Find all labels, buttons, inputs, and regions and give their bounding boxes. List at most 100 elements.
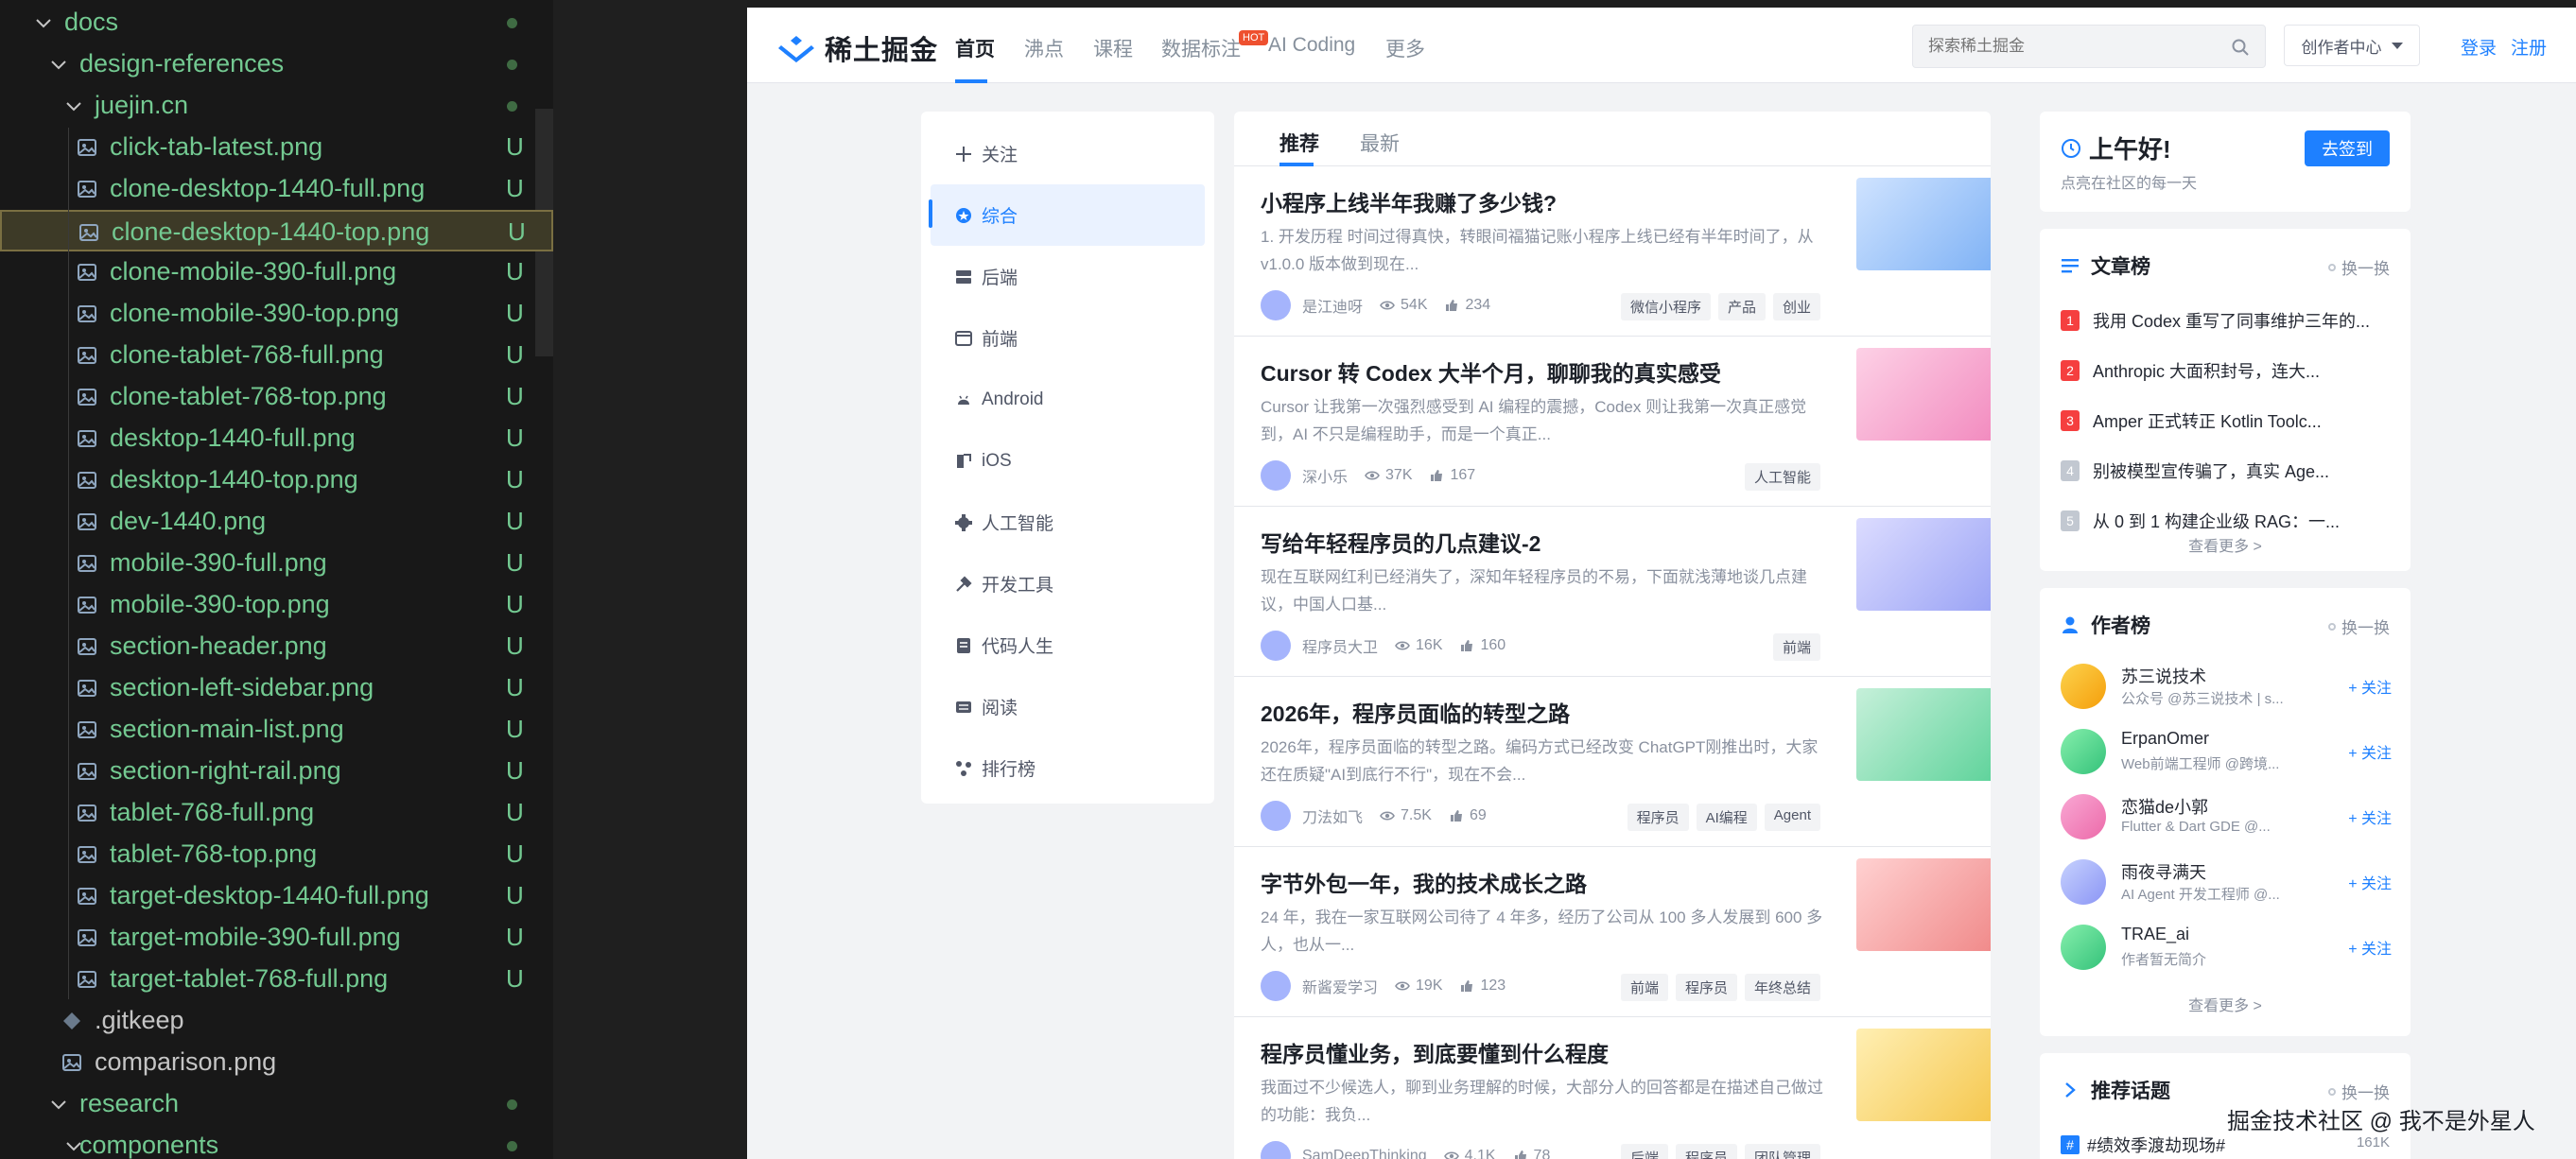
article-tag[interactable]: 人工智能 xyxy=(1744,463,1820,491)
chevron-down-icon[interactable] xyxy=(32,11,55,34)
tab-latest[interactable]: 最新 xyxy=(1360,129,1400,157)
explorer-row[interactable]: tablet-768-full.png U xyxy=(0,792,553,834)
explorer-row[interactable]: clone-tablet-768-full.png U xyxy=(0,335,553,376)
explorer-row[interactable]: clone-desktop-1440-top.png U xyxy=(0,210,553,251)
search-icon[interactable] xyxy=(2231,38,2250,57)
article-rank-item[interactable]: 1 我用 Codex 重写了同事维护三年的... xyxy=(2061,306,2370,335)
explorer-row[interactable]: target-desktop-1440-full.png U xyxy=(0,875,553,917)
explorer-row[interactable]: target-tablet-768-full.png U xyxy=(0,959,553,1000)
explorer-row[interactable]: clone-desktop-1440-full.png U xyxy=(0,168,553,210)
follow-button[interactable]: + 关注 xyxy=(2348,675,2392,698)
creator-center-button[interactable]: 创作者中心 xyxy=(2284,25,2420,66)
nav-ai-coding[interactable]: AI Coding xyxy=(1268,34,1355,57)
juejin-logo[interactable]: 稀土掘金 xyxy=(777,28,938,68)
article-tag[interactable]: 创业 xyxy=(1772,293,1820,320)
article-thumbnail[interactable] xyxy=(1856,518,1991,611)
article-author[interactable]: 新酱爱学习 xyxy=(1302,975,1378,997)
article-tag[interactable]: 前端 xyxy=(1620,974,1668,1001)
login-link[interactable]: 登录 xyxy=(2461,34,2497,60)
article-item[interactable]: 小程序上线半年我赚了多少钱? 1. 开发历程 时间过得真快，转眼间福猫记账小程序上… xyxy=(1234,166,1991,337)
category-reading[interactable]: 阅读 xyxy=(921,676,1214,737)
article-item[interactable]: Cursor 转 Codex 大半个月，聊聊我的真实感受 Cursor 让我第一次… xyxy=(1234,337,1991,507)
explorer-row[interactable]: section-main-list.png U xyxy=(0,709,553,751)
category-android[interactable]: Android xyxy=(921,369,1214,430)
explorer-row[interactable]: click-tab-latest.png U xyxy=(0,127,553,168)
avatar[interactable] xyxy=(2061,925,2106,970)
nav-home[interactable]: 首页 xyxy=(955,34,995,62)
chevron-down-icon[interactable] xyxy=(47,53,70,76)
explorer-row[interactable]: clone-mobile-390-full.png U xyxy=(0,251,553,293)
author-rank-item[interactable]: ErpanOmer Web前端工程师 @跨境... + 关注 xyxy=(2061,727,2392,776)
follow-button[interactable]: + 关注 xyxy=(2348,936,2392,959)
avatar[interactable] xyxy=(1261,460,1291,491)
topic-item[interactable]: # #绩效季渡劫现场# xyxy=(2061,1133,2225,1157)
article-item[interactable]: 字节外包一年，我的技术成长之路 24 年，我在一家互联网公司待了 4 年多，经历了… xyxy=(1234,847,1991,1017)
article-rank-more[interactable]: 查看更多 > xyxy=(2040,533,2411,556)
avatar[interactable] xyxy=(2061,729,2106,774)
explorer-row[interactable]: docs xyxy=(0,2,553,43)
article-title[interactable]: 2026年，程序员面临的转型之路 xyxy=(1261,696,1570,728)
chevron-down-icon[interactable] xyxy=(47,1093,70,1116)
article-thumbnail[interactable] xyxy=(1856,348,1991,441)
article-tag[interactable]: 前端 xyxy=(1772,633,1820,661)
avatar[interactable] xyxy=(1261,971,1291,1001)
explorer-row[interactable]: clone-mobile-390-top.png U xyxy=(0,293,553,335)
article-thumbnail[interactable] xyxy=(1856,178,1991,270)
article-item[interactable]: 写给年轻程序员的几点建议-2 现在互联网红利已经消失了，深知年轻程序员的不易，下面… xyxy=(1234,507,1991,677)
article-tag[interactable]: 后端 xyxy=(1620,1144,1668,1159)
explorer-row[interactable]: desktop-1440-top.png U xyxy=(0,459,553,501)
explorer-row[interactable]: target-mobile-390-full.png U xyxy=(0,917,553,959)
register-link[interactable]: 注册 xyxy=(2511,34,2547,60)
article-tag[interactable]: 年终总结 xyxy=(1744,974,1820,1001)
article-rank-item[interactable]: 4 别被模型宣传骗了，真实 Age... xyxy=(2061,457,2329,485)
chevron-down-icon[interactable] xyxy=(62,95,85,117)
category-overall[interactable]: 综合 xyxy=(929,184,1205,246)
article-title[interactable]: Cursor 转 Codex 大半个月，聊聊我的真实感受 xyxy=(1261,355,1721,388)
avatar[interactable] xyxy=(2061,859,2106,905)
article-rank-item[interactable]: 5 从 0 到 1 构建企业级 RAG：一... xyxy=(2061,507,2340,535)
avatar[interactable] xyxy=(1261,1141,1291,1159)
author-rank-swap[interactable]: 换一换 xyxy=(2328,614,2390,638)
article-author[interactable]: 是江迪呀 xyxy=(1302,294,1363,317)
sign-in-button[interactable]: 去签到 xyxy=(2305,130,2390,166)
explorer-row[interactable]: mobile-390-top.png U xyxy=(0,584,553,626)
article-tag[interactable]: 程序员 xyxy=(1675,974,1737,1001)
author-rank-item[interactable]: TRAE_ai 作者暂无简介 + 关注 xyxy=(2061,923,2392,972)
article-thumbnail[interactable] xyxy=(1856,1029,1991,1121)
nav-more[interactable]: 更多 xyxy=(1385,34,1425,62)
article-tag[interactable]: AI编程 xyxy=(1696,804,1757,831)
article-thumbnail[interactable] xyxy=(1856,688,1991,781)
tab-recommended[interactable]: 推荐 xyxy=(1279,129,1319,157)
article-rank-item[interactable]: 2 Anthropic 大面积封号，连大... xyxy=(2061,356,2320,385)
article-item[interactable]: 2026年，程序员面临的转型之路 2026年，程序员面临的转型之路。编码方式已经改… xyxy=(1234,677,1991,847)
category-ranking[interactable]: 排行榜 xyxy=(921,737,1214,799)
follow-button[interactable]: + 关注 xyxy=(2348,740,2392,763)
explorer-row[interactable]: section-right-rail.png U xyxy=(0,751,553,792)
explorer-row[interactable]: .gitkeep xyxy=(0,1000,553,1042)
article-title[interactable]: 写给年轻程序员的几点建议-2 xyxy=(1261,526,1540,558)
avatar[interactable] xyxy=(1261,631,1291,661)
article-author[interactable]: 刀法如飞 xyxy=(1302,804,1363,827)
article-author[interactable]: 深小乐 xyxy=(1302,464,1348,487)
article-rank-swap[interactable]: 换一换 xyxy=(2328,255,2390,279)
explorer-row[interactable]: components xyxy=(0,1125,553,1159)
article-thumbnail[interactable] xyxy=(1856,858,1991,951)
category-follow[interactable]: 关注 xyxy=(921,123,1214,184)
avatar[interactable] xyxy=(2061,794,2106,839)
search-box[interactable] xyxy=(1912,25,2266,68)
avatar[interactable] xyxy=(2061,664,2106,709)
category-ios[interactable]: iOS xyxy=(921,430,1214,492)
article-tag[interactable]: 产品 xyxy=(1717,293,1766,320)
explorer-row[interactable]: comparison.png xyxy=(0,1042,553,1083)
author-name[interactable]: 苏三说技术 xyxy=(2121,664,2206,688)
search-input[interactable] xyxy=(1913,26,2206,67)
follow-button[interactable]: + 关注 xyxy=(2348,805,2392,828)
nav-courses[interactable]: 课程 xyxy=(1093,34,1133,62)
author-name[interactable]: ErpanOmer xyxy=(2121,729,2209,749)
article-tag[interactable]: 程序员 xyxy=(1627,804,1689,831)
author-name[interactable]: TRAE_ai xyxy=(2121,925,2189,944)
article-rank-item[interactable]: 3 Amper 正式转正 Kotlin Toolc... xyxy=(2061,407,2322,435)
explorer-row[interactable]: design-references xyxy=(0,43,553,85)
author-rank-more[interactable]: 查看更多 > xyxy=(2040,993,2411,1015)
author-rank-item[interactable]: 雨夜寻满天 AI Agent 开发工程师 @... + 关注 xyxy=(2061,857,2392,907)
